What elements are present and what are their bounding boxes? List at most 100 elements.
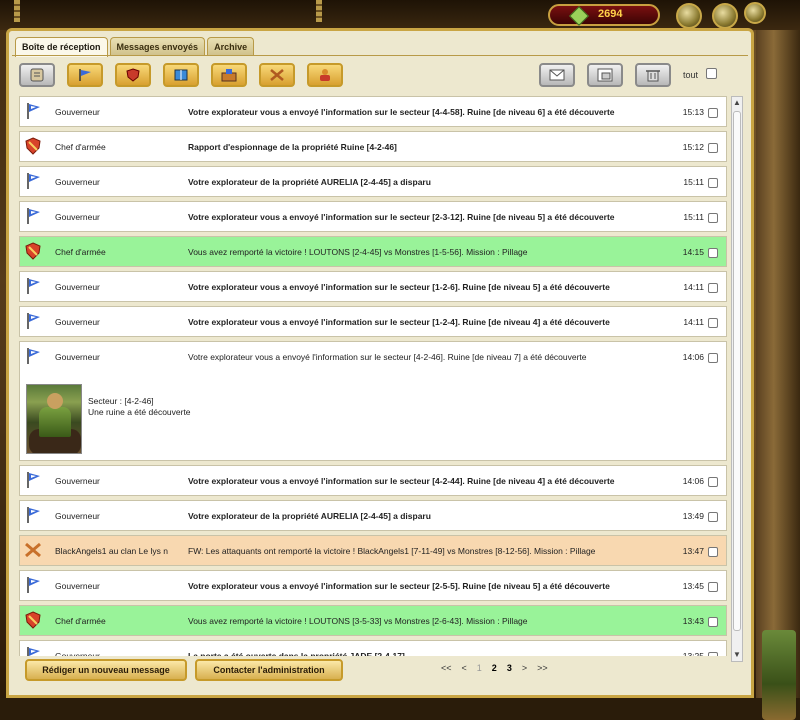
page-1[interactable]: 1: [477, 663, 482, 673]
message-row[interactable]: BlackAngels1 au clan Le lys nFW: Les att…: [19, 535, 727, 566]
map-button[interactable]: [676, 3, 702, 29]
message-sender: Gouverneur: [55, 511, 185, 521]
envelope-icon: [548, 68, 566, 82]
archive-icon: [596, 68, 614, 82]
message-list: GouverneurVotre explorateur vous a envoy…: [19, 96, 739, 656]
side-artwork: [756, 30, 800, 698]
scroll-down-arrow[interactable]: ▼: [732, 649, 742, 661]
trash-icon: [644, 68, 662, 82]
message-subject[interactable]: Rapport d'espionnage de la propriété Rui…: [188, 142, 666, 152]
message-checkbox[interactable]: [708, 283, 718, 293]
message-time: 13:43: [672, 616, 704, 626]
flag-icon: [24, 172, 42, 190]
explorer-portrait: [26, 384, 82, 454]
flag-icon: [24, 506, 42, 524]
tab-sent[interactable]: Messages envoyés: [110, 37, 206, 56]
message-checkbox[interactable]: [708, 178, 718, 188]
message-checkbox[interactable]: [708, 213, 718, 223]
message-subject[interactable]: FW: Les attaquants ont remporté la victo…: [188, 546, 666, 556]
message-row[interactable]: GouverneurVotre explorateur vous a envoy…: [19, 271, 727, 302]
filter-army-button[interactable]: [115, 63, 151, 87]
message-row[interactable]: GouverneurLa porte a été ouverte dans la…: [19, 640, 727, 656]
message-checkbox[interactable]: [708, 318, 718, 328]
page-next[interactable]: >: [522, 663, 527, 673]
message-subject[interactable]: Vous avez remporté la victoire ! LOUTONS…: [188, 616, 666, 626]
message-checkbox[interactable]: [708, 582, 718, 592]
messages-panel: Boîte de réception Messages envoyés Arch…: [6, 28, 754, 698]
message-row[interactable]: GouverneurVotre explorateur vous a envoy…: [19, 465, 727, 496]
message-checkbox[interactable]: [708, 617, 718, 627]
contact-admin-button[interactable]: Contacter l'administration: [195, 659, 343, 681]
message-sender: Chef d'armée: [55, 616, 185, 626]
message-checkbox[interactable]: [708, 248, 718, 258]
message-time: 14:06: [672, 476, 704, 486]
message-subject[interactable]: Votre explorateur vous a envoyé l'inform…: [188, 476, 666, 486]
message-row[interactable]: Chef d'arméeVous avez remporté la victoi…: [19, 236, 727, 267]
message-subject[interactable]: Votre explorateur de la propriété AURELI…: [188, 511, 666, 521]
flag-icon: [24, 277, 42, 295]
scroll-up-arrow[interactable]: ▲: [732, 97, 742, 109]
message-checkbox[interactable]: [708, 512, 718, 522]
message-sender: Gouverneur: [55, 581, 185, 591]
mark-read-button[interactable]: [539, 63, 575, 87]
filter-science-button[interactable]: [163, 63, 199, 87]
page-3[interactable]: 3: [507, 663, 512, 673]
book-filter-icon: [172, 68, 190, 82]
page-prev[interactable]: <: [462, 663, 467, 673]
swords-icon: [24, 541, 42, 559]
tab-divider: [12, 55, 748, 56]
flag-icon: [24, 471, 42, 489]
filter-attack-button[interactable]: [259, 63, 295, 87]
message-sender: BlackAngels1 au clan Le lys n: [55, 546, 185, 556]
message-sender: Gouverneur: [55, 476, 185, 486]
message-checkbox[interactable]: [708, 108, 718, 118]
page-first[interactable]: <<: [441, 663, 452, 673]
message-subject[interactable]: Votre explorateur vous a envoyé l'inform…: [188, 107, 666, 117]
settings-button[interactable]: [712, 3, 738, 29]
message-row[interactable]: GouverneurVotre explorateur vous a envoy…: [19, 306, 727, 337]
message-subject[interactable]: Votre explorateur vous a envoyé l'inform…: [188, 212, 666, 222]
message-subject[interactable]: Vous avez remporté la victoire ! LOUTONS…: [188, 247, 666, 257]
page-last[interactable]: >>: [537, 663, 548, 673]
message-row[interactable]: GouverneurVotre explorateur de la propri…: [19, 166, 727, 197]
message-time: 14:11: [672, 282, 704, 292]
message-row[interactable]: Chef d'arméeVous avez remporté la victoi…: [19, 605, 727, 636]
archive-button[interactable]: [587, 63, 623, 87]
select-all-checkbox[interactable]: [706, 68, 717, 79]
message-checkbox[interactable]: [708, 547, 718, 557]
delete-button[interactable]: [635, 63, 671, 87]
message-row[interactable]: GouverneurVotre explorateur de la propri…: [19, 500, 727, 531]
filter-trade-button[interactable]: [211, 63, 247, 87]
close-window-button[interactable]: [744, 2, 766, 24]
flag-icon: [24, 312, 42, 330]
scroll-thumb[interactable]: [733, 111, 741, 631]
message-checkbox[interactable]: [708, 143, 718, 153]
message-row[interactable]: GouverneurVotre explorateur vous a envoy…: [19, 96, 727, 127]
message-scrollbar[interactable]: ▲ ▼: [731, 96, 743, 662]
gem-icon: [569, 6, 589, 26]
message-subject[interactable]: Votre explorateur vous a envoyé l'inform…: [188, 581, 666, 591]
compose-button[interactable]: Rédiger un nouveau message: [25, 659, 187, 681]
message-checkbox[interactable]: [708, 353, 718, 363]
resource-value: 2694: [598, 8, 622, 20]
message-checkbox[interactable]: [708, 477, 718, 487]
page-2[interactable]: 2: [492, 663, 497, 673]
tab-archive[interactable]: Archive: [207, 37, 254, 56]
message-subject[interactable]: Votre explorateur vous a envoyé l'inform…: [188, 282, 666, 292]
message-row[interactable]: Chef d'arméeRapport d'espionnage de la p…: [19, 131, 727, 162]
chest-filter-icon: [220, 68, 238, 82]
tab-inbox[interactable]: Boîte de réception: [15, 37, 108, 57]
message-subject[interactable]: Votre explorateur de la propriété AURELI…: [188, 177, 666, 187]
message-subject[interactable]: Votre explorateur vous a envoyé l'inform…: [188, 352, 666, 362]
message-row[interactable]: GouverneurVotre explorateur vous a envoy…: [19, 570, 727, 601]
message-row[interactable]: GouverneurVotre explorateur vous a envoy…: [19, 341, 727, 461]
filter-governor-button[interactable]: [67, 63, 103, 87]
message-time: 14:11: [672, 317, 704, 327]
message-subject[interactable]: La porte a été ouverte dans la propriété…: [188, 651, 666, 656]
message-checkbox[interactable]: [708, 652, 718, 656]
filter-scroll-button[interactable]: [19, 63, 55, 87]
filter-soldier-button[interactable]: [307, 63, 343, 87]
message-subject[interactable]: Votre explorateur vous a envoyé l'inform…: [188, 317, 666, 327]
message-sender: Gouverneur: [55, 177, 185, 187]
message-row[interactable]: GouverneurVotre explorateur vous a envoy…: [19, 201, 727, 232]
